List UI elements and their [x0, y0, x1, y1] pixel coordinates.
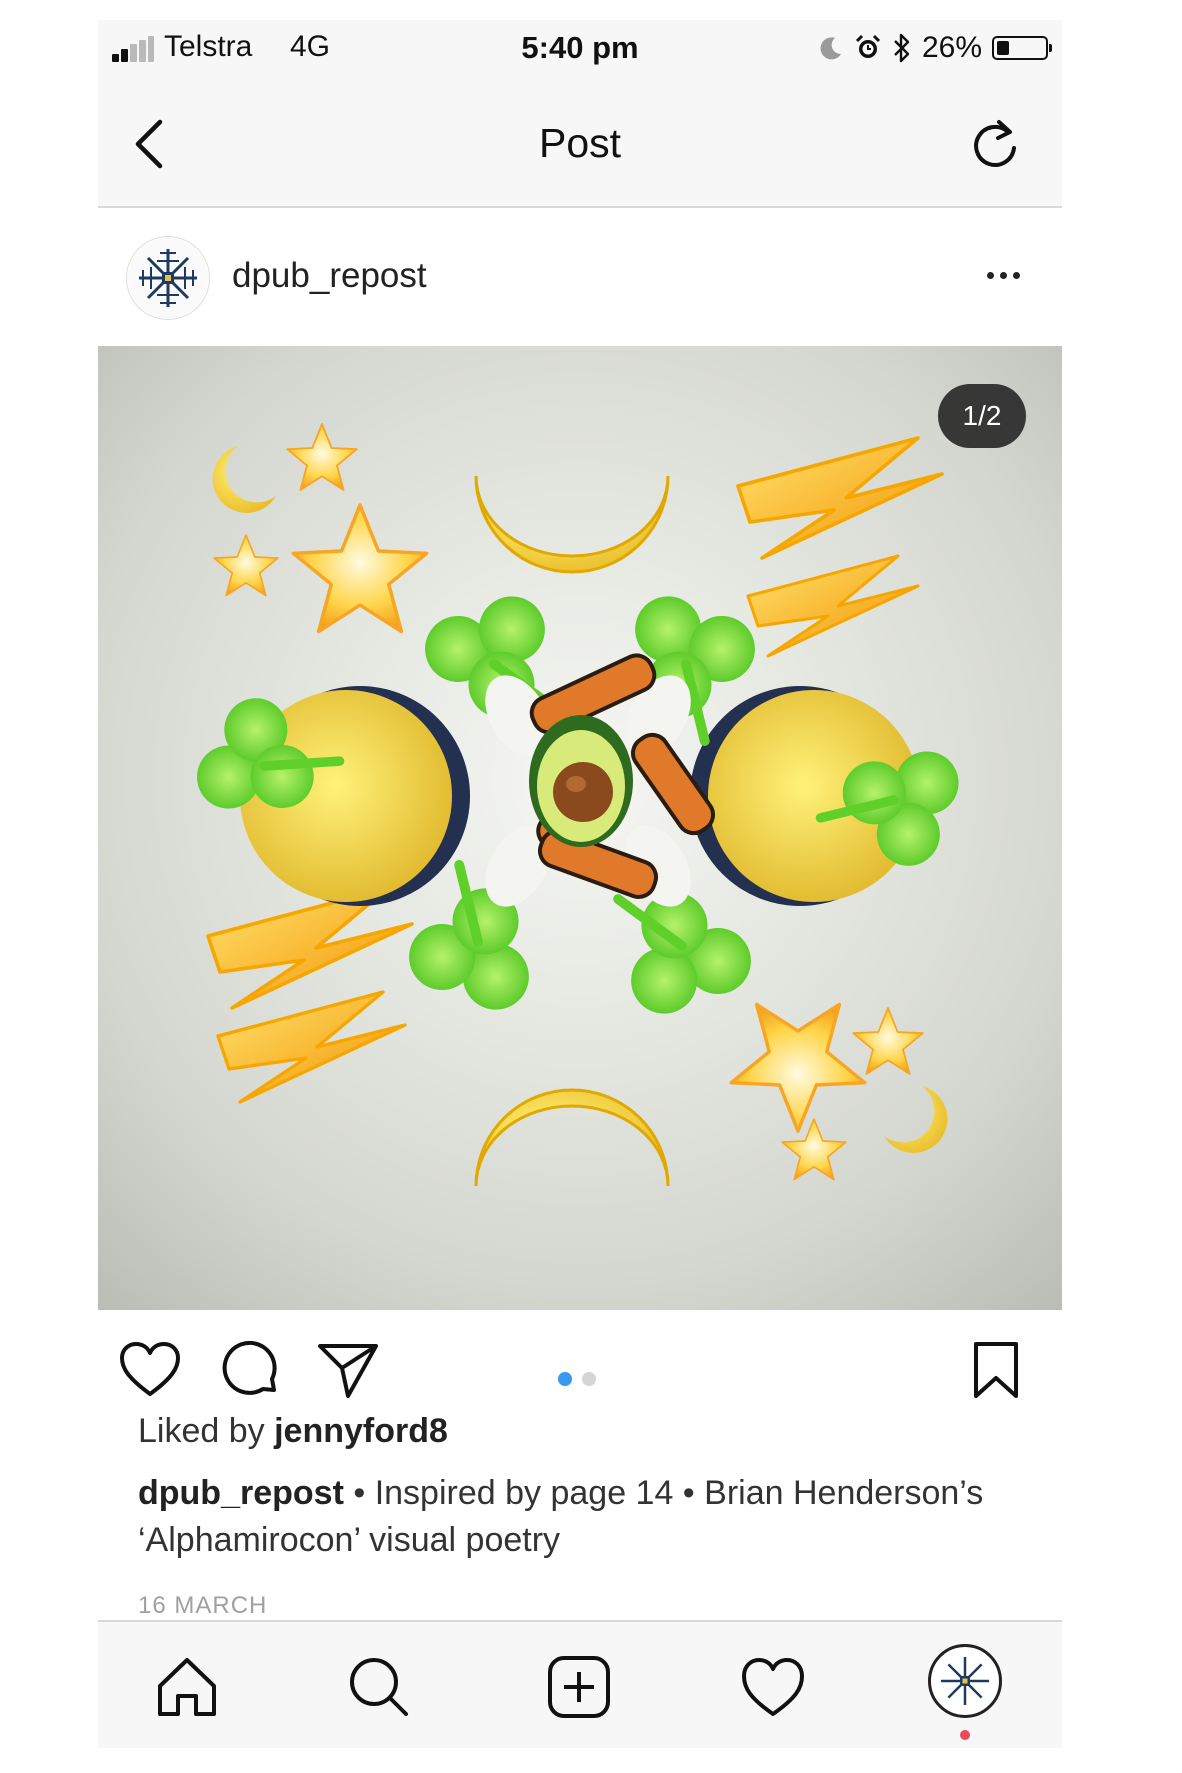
moon-icon — [820, 37, 841, 60]
post-date: 16 MARCH — [138, 1592, 268, 1619]
status-icons: 26% — [818, 31, 1052, 64]
bookmark-icon[interactable] — [972, 1340, 1020, 1400]
post-caption: dpub_repost • Inspired by page 14 • Bria… — [138, 1470, 1018, 1564]
status-bar: Telstra 4G 5:40 pm 26% — [98, 20, 1062, 76]
profile-avatar-tab[interactable] — [928, 1644, 1002, 1718]
share-paper-plane-icon[interactable] — [316, 1338, 380, 1402]
carousel-dot — [582, 1372, 596, 1386]
more-options-icon[interactable] — [980, 260, 1026, 290]
like-heart-icon[interactable] — [118, 1340, 182, 1400]
notification-dot — [960, 1730, 970, 1740]
battery-fill — [997, 41, 1009, 55]
home-icon[interactable] — [152, 1652, 222, 1722]
page-title: Post — [538, 120, 622, 166]
post-artwork — [98, 346, 1062, 1310]
post-header: dpub_repost — [98, 208, 1062, 346]
comment-bubble-icon[interactable] — [218, 1340, 280, 1402]
liked-by-prefix: Liked by — [138, 1412, 275, 1450]
caption-username[interactable]: dpub_repost — [138, 1474, 344, 1512]
image-counter-badge: 1/2 — [938, 384, 1026, 448]
activity-heart-icon[interactable] — [738, 1652, 808, 1722]
battery-percent: 26% — [921, 31, 982, 64]
nav-bar: Post — [98, 76, 1062, 208]
refresh-icon[interactable] — [968, 118, 1022, 172]
battery-icon — [992, 36, 1052, 60]
liked-by-user[interactable]: jennyford8 — [274, 1412, 448, 1450]
liked-by-line: Liked by jennyford8 — [138, 1412, 448, 1451]
bottom-tab-bar — [98, 1620, 1062, 1748]
avatar-logo-icon — [128, 238, 208, 318]
bluetooth-icon — [894, 33, 910, 63]
post-username[interactable]: dpub_repost — [232, 256, 427, 296]
phone-screen: Telstra 4G 5:40 pm 26% Post dpub_repost … — [98, 20, 1062, 1748]
carousel-dot-active — [558, 1372, 572, 1386]
search-icon[interactable] — [344, 1652, 414, 1722]
carousel-indicator — [558, 1372, 596, 1386]
alarm-icon — [855, 34, 881, 58]
add-post-icon[interactable] — [544, 1652, 614, 1722]
profile-logo-icon — [940, 1656, 990, 1706]
post-image[interactable]: 1/2 — [98, 346, 1062, 1310]
avatar[interactable] — [126, 236, 210, 320]
